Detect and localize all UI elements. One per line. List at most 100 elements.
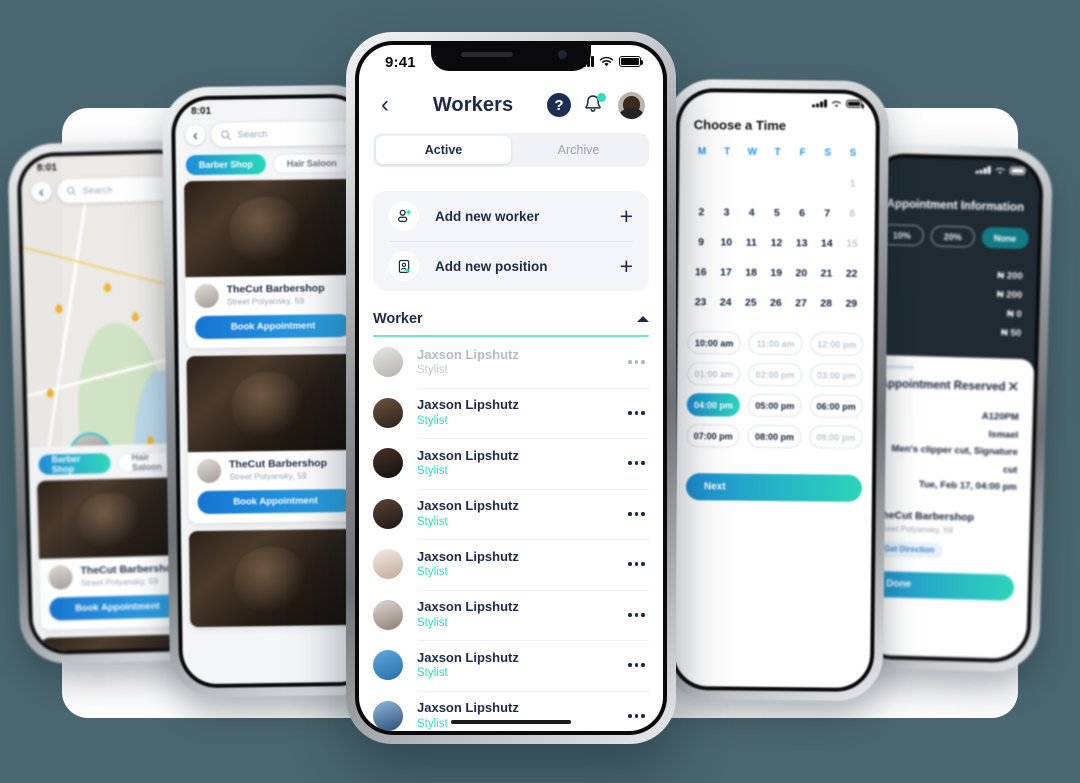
chip-barber-shop[interactable]: Barber Shop bbox=[185, 154, 266, 176]
calendar-day[interactable]: 7 bbox=[814, 198, 839, 228]
more-options-icon[interactable] bbox=[628, 663, 649, 668]
back-icon[interactable]: ‹ bbox=[185, 124, 206, 146]
more-options-icon[interactable] bbox=[628, 713, 649, 718]
shop-card[interactable]: TheCut Barbershop Street Polyansky, 59 B… bbox=[186, 353, 363, 524]
calendar-day[interactable]: 20 bbox=[789, 258, 814, 288]
book-appointment-button[interactable]: Book Appointment bbox=[197, 488, 354, 515]
calendar-day[interactable]: 11 bbox=[739, 228, 764, 258]
time-slot[interactable]: 02:00 pm bbox=[748, 362, 802, 387]
calendar-day[interactable]: 12 bbox=[764, 228, 789, 258]
worker-avatar bbox=[373, 700, 403, 731]
calendar-day[interactable]: 19 bbox=[763, 258, 788, 288]
shop-card[interactable] bbox=[188, 528, 365, 628]
help-circle-icon[interactable]: ? bbox=[547, 93, 571, 117]
more-options-icon[interactable] bbox=[628, 612, 649, 617]
worker-section-header[interactable]: Worker bbox=[373, 311, 649, 335]
calendar-day[interactable]: 10 bbox=[714, 227, 739, 257]
calendar-day[interactable]: 2 bbox=[689, 197, 714, 227]
tab-archive[interactable]: Archive bbox=[511, 136, 646, 164]
search-row: ‹ Search bbox=[31, 176, 182, 204]
calendar-day[interactable]: 27 bbox=[788, 288, 813, 318]
calendar-day bbox=[790, 168, 815, 198]
caret-up-icon[interactable] bbox=[637, 316, 649, 322]
worker-row[interactable]: Jaxson Lipshutz Stylist bbox=[373, 640, 649, 691]
calendar-day[interactable]: 25 bbox=[738, 288, 763, 318]
time-slot[interactable]: 09:00 pm bbox=[809, 425, 863, 449]
calendar-day[interactable]: 29 bbox=[839, 289, 864, 319]
calendar-day[interactable]: 21 bbox=[814, 258, 839, 288]
shop-block: TheCut Barbershop Street Polyansky, 59 G… bbox=[874, 493, 1017, 561]
notification-bell-icon[interactable] bbox=[583, 93, 606, 117]
worker-row[interactable]: Jaxson Lipshutz Stylist bbox=[373, 690, 649, 732]
calendar-weekday: T bbox=[774, 146, 781, 159]
more-options-icon[interactable] bbox=[628, 511, 649, 516]
worker-role: Stylist bbox=[417, 465, 448, 478]
done-button[interactable]: Done bbox=[867, 570, 1015, 601]
time-slot[interactable]: 06:00 pm bbox=[809, 394, 863, 418]
calendar-day[interactable]: 8 bbox=[840, 199, 865, 229]
calendar-day[interactable]: 1 bbox=[840, 169, 865, 199]
time-slot[interactable]: 01:00 am bbox=[687, 362, 741, 386]
status-time: 9:41 bbox=[385, 54, 416, 71]
tip-option-20[interactable]: 20% bbox=[930, 225, 976, 248]
worker-row[interactable]: Jaxson Lipshutz Stylist bbox=[373, 337, 649, 388]
calendar-day[interactable]: 13 bbox=[789, 228, 814, 258]
worker-row[interactable]: Jaxson Lipshutz Stylist bbox=[373, 387, 649, 439]
calendar-day[interactable]: 28 bbox=[813, 288, 838, 318]
calendar-day[interactable]: 16 bbox=[688, 257, 713, 287]
tab-active[interactable]: Active bbox=[376, 136, 511, 164]
avatar[interactable] bbox=[618, 91, 645, 119]
worker-avatar bbox=[373, 498, 403, 529]
calendar-day[interactable]: 24 bbox=[713, 287, 738, 317]
calendar-day[interactable]: 5 bbox=[764, 198, 789, 228]
worker-row[interactable]: Jaxson Lipshutz Stylist bbox=[373, 438, 649, 489]
calendar-day[interactable]: 18 bbox=[738, 258, 763, 288]
calendar-day[interactable]: 9 bbox=[688, 227, 713, 257]
time-slot[interactable]: 08:00 pm bbox=[747, 424, 802, 449]
more-options-icon[interactable] bbox=[628, 410, 649, 415]
add-new-position-row[interactable]: Add new position + bbox=[373, 241, 649, 291]
calendar-day[interactable]: 17 bbox=[713, 257, 738, 287]
back-icon[interactable]: ‹ bbox=[31, 181, 52, 203]
worker-row[interactable]: Jaxson Lipshutz Stylist bbox=[373, 488, 649, 540]
calendar-day[interactable]: 15 bbox=[839, 229, 864, 259]
book-appointment-button[interactable]: Book Appointment bbox=[49, 594, 186, 621]
plus-icon[interactable]: + bbox=[620, 254, 633, 278]
calendar-day[interactable]: 23 bbox=[688, 287, 713, 317]
time-slot[interactable]: 05:00 pm bbox=[748, 393, 802, 418]
worker-row[interactable]: Jaxson Lipshutz Stylist bbox=[373, 589, 649, 641]
time-slot[interactable]: 10:00 am bbox=[687, 331, 741, 355]
next-button[interactable]: Next bbox=[685, 473, 863, 502]
chip-barber-shop[interactable]: Barber Shop bbox=[38, 453, 112, 475]
calendar-day[interactable]: 4 bbox=[739, 198, 764, 228]
time-slot[interactable]: 12:00 pm bbox=[810, 332, 864, 356]
search-placeholder: Search bbox=[237, 128, 268, 140]
time-slot[interactable]: 07:00 pm bbox=[686, 424, 740, 448]
chip-hair-saloon[interactable]: Hair Saloon bbox=[272, 152, 351, 174]
time-slot[interactable]: 11:00 am bbox=[748, 331, 803, 356]
tip-option-none[interactable]: None bbox=[981, 226, 1029, 250]
worker-row[interactable]: Jaxson Lipshutz Stylist bbox=[373, 539, 649, 590]
plus-icon[interactable]: + bbox=[620, 204, 633, 228]
calendar-day[interactable]: 26 bbox=[763, 288, 788, 318]
more-options-icon[interactable] bbox=[628, 461, 649, 466]
calendar-day bbox=[689, 167, 714, 197]
calendar-day[interactable]: 6 bbox=[789, 198, 814, 228]
page-title: Workers bbox=[432, 93, 514, 116]
worker-name: Jaxson Lipshutz bbox=[417, 346, 519, 362]
calendar-day[interactable]: 14 bbox=[814, 228, 839, 258]
add-new-worker-row[interactable]: Add new worker + bbox=[373, 191, 649, 241]
time-slot[interactable]: 03:00 pm bbox=[809, 363, 864, 387]
close-icon[interactable]: ✕ bbox=[1007, 379, 1020, 396]
shop-card[interactable]: TheCut Barbershop Street Polyansky, 59 B… bbox=[184, 178, 361, 349]
get-direction-button[interactable]: Get Direction bbox=[874, 540, 944, 559]
calendar-day[interactable]: 22 bbox=[839, 259, 864, 289]
more-options-icon[interactable] bbox=[628, 360, 649, 365]
time-slot[interactable]: 04:00 pm bbox=[686, 393, 741, 417]
book-appointment-button[interactable]: Book Appointment bbox=[194, 313, 352, 340]
calendar-grid: MTWTFSS bbox=[679, 132, 875, 169]
worker-role: Stylist bbox=[417, 414, 448, 427]
more-options-icon[interactable] bbox=[628, 562, 649, 567]
search-input[interactable]: Search bbox=[211, 120, 356, 147]
calendar-day[interactable]: 3 bbox=[714, 197, 739, 227]
